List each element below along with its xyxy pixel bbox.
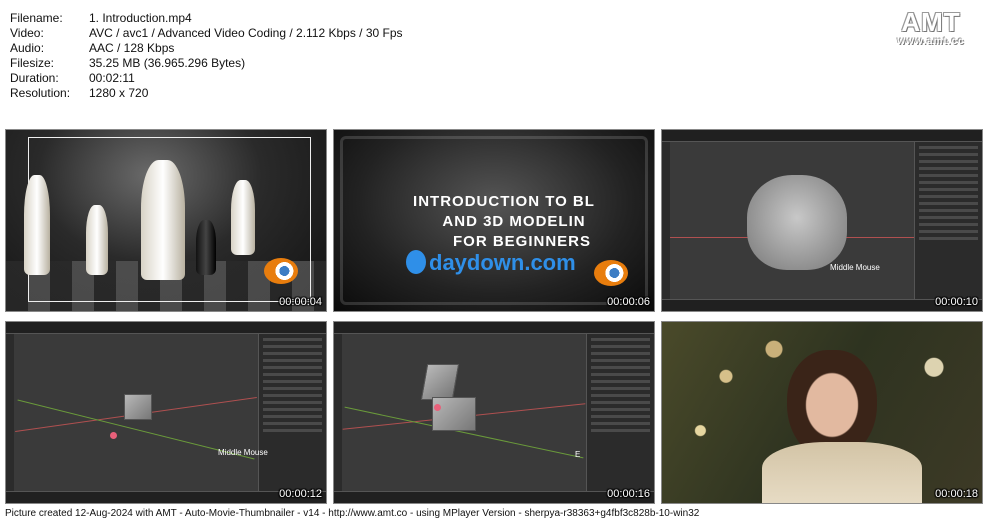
timestamp: 00:00:18 <box>935 488 978 500</box>
default-cube <box>124 394 152 420</box>
info-row: Video: AVC / avc1 / Advanced Video Coding… <box>10 26 403 41</box>
info-value: 35.25 MB (36.965.296 Bytes) <box>89 56 246 70</box>
thumbnail-title-card: INTRODUCTION TO BL AND 3D MODELIN FOR BE… <box>333 129 655 312</box>
cursor-dot <box>434 404 441 411</box>
chess-pawn <box>196 220 216 275</box>
overlay-text: Middle Mouse <box>830 263 880 272</box>
title-line: FOR BEGINNERS <box>452 233 591 250</box>
title-line: INTRODUCTION TO BL <box>413 193 595 210</box>
info-value: 00:02:11 <box>89 71 135 85</box>
blender-properties-panel <box>914 142 982 299</box>
brand-text: daydown.com <box>406 250 576 276</box>
overlay-text: E <box>575 450 581 459</box>
cursor-dot <box>110 432 117 439</box>
chess-piece <box>86 205 108 275</box>
info-row: Filesize: 35.25 MB (36.965.296 Bytes) <box>10 56 403 71</box>
info-key: Resolution: <box>10 86 71 100</box>
title-line: AND 3D MODELIN <box>442 213 586 230</box>
mesh-body <box>432 397 476 431</box>
info-value: AVC / avc1 / Advanced Video Coding / 2.1… <box>89 26 403 40</box>
timestamp: 00:00:10 <box>935 296 978 308</box>
info-key: Duration: <box>10 71 59 85</box>
amt-logo: AMT www.amt.cc <box>886 8 976 47</box>
info-row: Duration: 00:02:11 <box>10 71 403 86</box>
file-info: Filename: 1. Introduction.mp4 Video: AVC /… <box>10 11 403 101</box>
logo-text: AMT <box>901 7 961 37</box>
timestamp: 00:00:04 <box>279 296 322 308</box>
blender-properties-panel <box>258 334 326 491</box>
chess-piece <box>24 175 50 275</box>
overlay-text: Middle Mouse <box>218 448 268 457</box>
info-value: 1280 x 720 <box>89 86 149 100</box>
brand-label: daydown.com <box>429 250 576 275</box>
chess-piece <box>231 180 255 255</box>
blender-logo-icon <box>264 258 298 284</box>
info-row: Filename: 1. Introduction.mp4 <box>10 11 403 26</box>
brand-icon <box>406 250 426 274</box>
info-key: Audio: <box>10 41 45 55</box>
footer-caption: Picture created 12-Aug-2024 with AMT - A… <box>5 508 700 519</box>
blender-topbar <box>662 130 982 142</box>
info-key: Filesize: <box>10 56 55 70</box>
timestamp: 00:00:06 <box>607 296 650 308</box>
blender-toolbar <box>334 334 342 491</box>
info-value: AAC / 128 Kbps <box>89 41 175 55</box>
blender-timeline <box>6 491 326 503</box>
suzanne-mesh <box>747 175 847 270</box>
info-row: Resolution: 1280 x 720 <box>10 86 403 101</box>
thumbnail-blender-monkey: Middle Mouse 00:00:10 <box>661 129 983 312</box>
blender-timeline <box>334 491 654 503</box>
info-key: Video: <box>10 26 44 40</box>
timestamp: 00:00:12 <box>279 488 322 500</box>
blender-toolbar <box>6 334 14 491</box>
thumbnail-chess: 00:00:04 <box>5 129 327 312</box>
blender-timeline <box>662 299 982 311</box>
thumbnail-blender-extrude: E 00:00:16 <box>333 321 655 504</box>
thumbnail-presenter: 00:00:18 <box>661 321 983 504</box>
info-row: Audio: AAC / 128 Kbps <box>10 41 403 56</box>
chess-king <box>141 160 185 280</box>
blender-topbar <box>6 322 326 334</box>
info-key: Filename: <box>10 11 63 25</box>
extruded-face <box>420 364 460 400</box>
blender-logo-icon <box>594 260 628 286</box>
blender-topbar <box>334 322 654 334</box>
logo-url: www.amt.cc <box>897 36 965 47</box>
thumbnail-blender-cube: Middle Mouse 00:00:12 <box>5 321 327 504</box>
info-value: 1. Introduction.mp4 <box>89 11 192 25</box>
blender-properties-panel <box>586 334 654 491</box>
presenter-scarf <box>762 442 922 503</box>
thumbnail-grid: 00:00:04 INTRODUCTION TO BL AND 3D MODEL… <box>5 129 983 504</box>
blender-toolbar <box>662 142 670 299</box>
timestamp: 00:00:16 <box>607 488 650 500</box>
